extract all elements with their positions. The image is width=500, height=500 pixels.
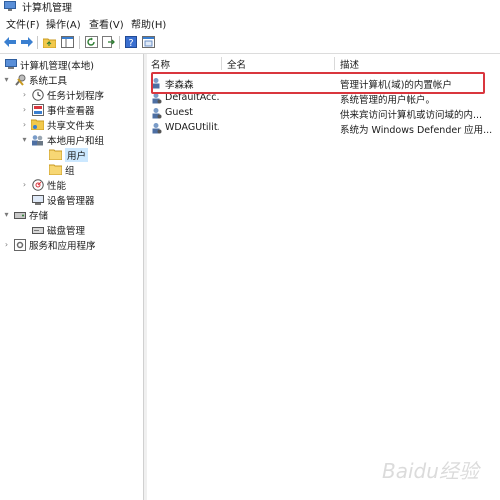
- tree-item-storage[interactable]: ▾ 存储: [2, 207, 48, 222]
- tree-item-device-manager[interactable]: 设备管理器: [20, 192, 95, 207]
- users-group-icon: [31, 134, 44, 146]
- properties-icon[interactable]: [141, 35, 155, 49]
- computer-management-icon: [4, 59, 17, 71]
- tree-label: 事件查看器: [47, 105, 95, 117]
- disk-icon: [31, 224, 44, 236]
- forward-arrow-icon[interactable]: [20, 35, 34, 49]
- user-icon: [152, 123, 162, 134]
- computer-management-icon: [4, 1, 16, 11]
- services-icon: [13, 238, 26, 251]
- tree-label: 组: [65, 165, 75, 177]
- tree-item-event-viewer[interactable]: › 事件查看器: [20, 102, 95, 117]
- tree-item-system-tools[interactable]: ▾ 系统工具: [2, 72, 67, 87]
- menu-file[interactable]: 文件(F): [6, 16, 40, 31]
- user-description: 系统为 Windows Defender 应用...: [340, 125, 493, 136]
- user-name: WDAGUtilit...: [165, 122, 219, 133]
- folder-icon: [49, 149, 62, 161]
- tree-item-local-users-groups[interactable]: ▾ 本地用户和组: [20, 132, 104, 147]
- expand-arrow-icon[interactable]: ›: [20, 90, 29, 99]
- user-icon: [152, 108, 162, 119]
- up-folder-icon[interactable]: [42, 35, 56, 49]
- expand-arrow-icon[interactable]: ›: [20, 120, 29, 129]
- tools-icon: [13, 74, 26, 86]
- collapse-arrow-icon[interactable]: ▾: [2, 210, 11, 219]
- tree-label: 计算机管理(本地): [20, 60, 94, 72]
- storage-icon: [13, 209, 26, 221]
- device-manager-icon: [31, 194, 44, 206]
- navigation-tree: 计算机管理(本地) ▾ 系统工具 › 任务计划程序 › 事件查看器 › 共享文件…: [0, 54, 143, 500]
- expand-arrow-icon[interactable]: ›: [20, 180, 29, 189]
- tree-label: 用户: [65, 147, 89, 162]
- tree-label: 性能: [47, 180, 67, 192]
- menu-help[interactable]: 帮助(H): [131, 16, 166, 31]
- collapse-arrow-icon[interactable]: ▾: [20, 135, 29, 144]
- tree-label: 本地用户和组: [47, 135, 105, 147]
- user-description: 供来宾访问计算机或访问域的内...: [340, 110, 483, 121]
- column-header-description[interactable]: 描述: [340, 57, 359, 71]
- back-arrow-icon[interactable]: [3, 35, 17, 49]
- svg-text:Baidu经验: Baidu经验: [382, 459, 482, 483]
- tree-item-shared-folders[interactable]: › 共享文件夹: [20, 117, 95, 132]
- window-title: 计算机管理: [22, 3, 72, 14]
- tree-label: 磁盘管理: [47, 225, 86, 237]
- tree-label: 系统工具: [29, 75, 68, 87]
- help-icon[interactable]: ?: [124, 35, 138, 49]
- tree-label: 存储: [29, 210, 49, 222]
- users-list: 名称 全名 描述 李森森 管理计算机(域)的内置帐户 DefaultAcc...…: [147, 54, 500, 500]
- menu-bar: 文件(F) 操作(A) 查看(V) 帮助(H): [0, 14, 500, 32]
- svg-text:?: ?: [128, 38, 133, 48]
- performance-icon: [31, 178, 44, 191]
- shared-folder-icon: [31, 119, 44, 131]
- refresh-icon[interactable]: [84, 35, 98, 49]
- title-bar: 计算机管理: [0, 0, 500, 14]
- tree-item-computer-management[interactable]: 计算机管理(本地): [2, 57, 94, 72]
- highlight-annotation-box: [151, 72, 485, 94]
- tree-item-users[interactable]: 用户: [38, 147, 89, 162]
- column-header-fullname[interactable]: 全名: [227, 57, 246, 71]
- show-hide-tree-icon[interactable]: [60, 35, 74, 49]
- tree-item-services-apps[interactable]: › 服务和应用程序: [2, 237, 96, 252]
- menu-view[interactable]: 查看(V): [89, 16, 124, 31]
- baidu-watermark-logo: Baidu经验: [382, 459, 482, 483]
- tree-label: 共享文件夹: [47, 120, 95, 132]
- event-viewer-icon: [31, 103, 44, 116]
- menu-action[interactable]: 操作(A): [46, 16, 81, 31]
- collapse-arrow-icon[interactable]: ▾: [2, 75, 11, 84]
- tree-item-performance[interactable]: › 性能: [20, 177, 66, 192]
- tree-item-disk-management[interactable]: 磁盘管理: [20, 222, 85, 237]
- tree-label: 任务计划程序: [47, 90, 105, 102]
- clock-icon: [31, 88, 44, 101]
- tree-label: 服务和应用程序: [29, 240, 96, 252]
- column-header-name[interactable]: 名称: [151, 57, 170, 71]
- user-name: Guest: [165, 107, 193, 118]
- list-item[interactable]: Guest 供来宾访问计算机或访问域的内...: [147, 106, 500, 121]
- folder-icon: [49, 164, 62, 176]
- list-item[interactable]: WDAGUtilit... 系统为 Windows Defender 应用...: [147, 121, 500, 136]
- tree-item-groups[interactable]: 组: [38, 162, 75, 177]
- tree-item-task-scheduler[interactable]: › 任务计划程序: [20, 87, 104, 102]
- expand-arrow-icon[interactable]: ›: [20, 105, 29, 114]
- user-description: 系统管理的用户帐户。: [340, 95, 436, 106]
- tree-label: 设备管理器: [47, 195, 95, 207]
- toolbar: ?: [0, 33, 500, 54]
- export-list-icon[interactable]: [101, 35, 115, 49]
- expand-arrow-icon[interactable]: ›: [2, 240, 11, 249]
